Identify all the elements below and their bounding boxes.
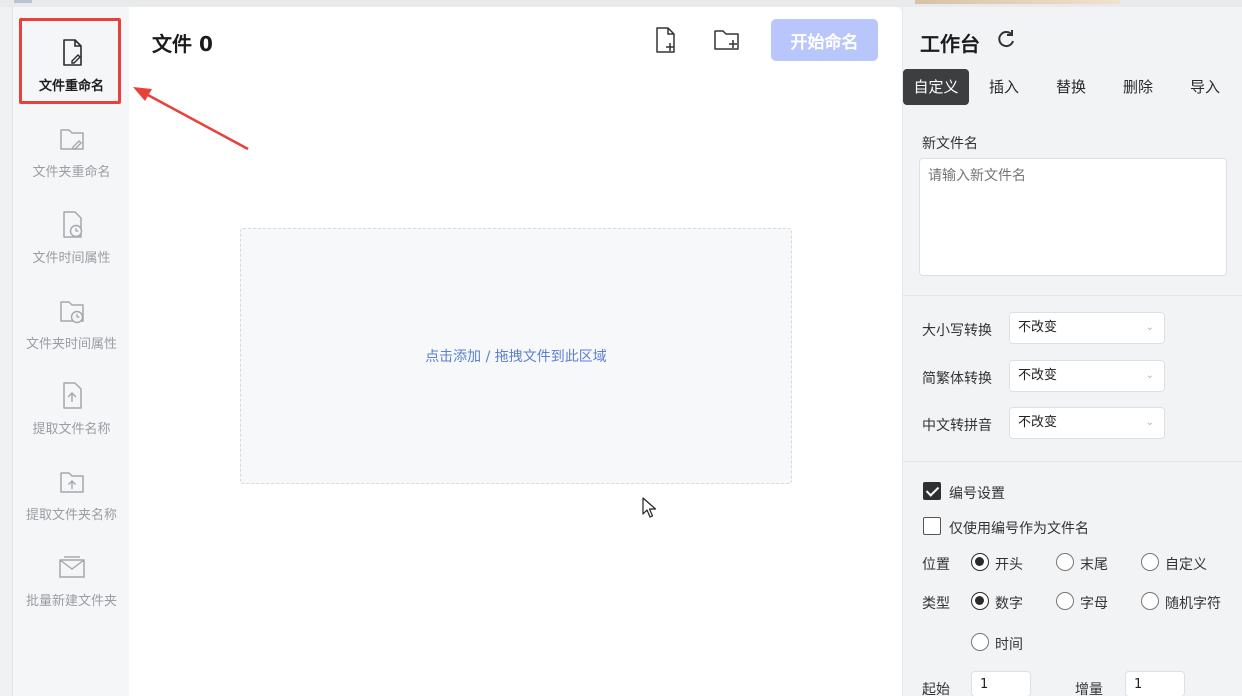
numbering-checkbox[interactable] (923, 482, 941, 500)
sidebar-item-label: 文件夹时间属性 (25, 337, 117, 352)
position-label: 位置 (922, 557, 950, 573)
pinyin-select[interactable]: 不改变 ⌄ (1009, 407, 1165, 439)
position-radio-end[interactable] (1056, 553, 1074, 571)
position-radio-custom[interactable] (1141, 553, 1159, 571)
position-option-label: 末尾 (1080, 557, 1108, 573)
sidebar-item-label: 文件时间属性 (32, 251, 111, 266)
only-number-label: 仅使用编号作为文件名 (949, 521, 1089, 537)
tab-insert[interactable]: 插入 (971, 69, 1037, 105)
file-add-icon[interactable] (651, 25, 681, 55)
divider (903, 461, 1242, 462)
sidebar-item-label: 批量新建文件夹 (25, 594, 117, 609)
folder-batch-icon (58, 556, 85, 578)
file-upload-icon (62, 382, 82, 409)
chevron-down-icon: ⌄ (1145, 370, 1154, 381)
type-radio-random[interactable] (1141, 592, 1159, 610)
chevron-down-icon: ⌄ (1145, 417, 1154, 428)
position-radio-start[interactable] (971, 553, 989, 571)
refresh-icon[interactable] (995, 28, 1017, 50)
sidebar-item-folder-rename[interactable]: 文件夹重命名 (13, 123, 130, 193)
dropzone-text: 点击添加 / 拖拽文件到此区域 (425, 349, 607, 365)
type-radio-time[interactable] (971, 633, 989, 651)
type-radio-number[interactable] (971, 592, 989, 610)
top-tick (14, 0, 32, 3)
sidebar: 文件重命名 文件夹重命名 文件时间属性 文件夹时间属性 提取文件名称 提取文件夹… (12, 7, 129, 696)
sidebar-item-extract-folder-names[interactable]: 提取文件夹名称 (13, 466, 130, 536)
step-number-input[interactable]: 1 (1125, 671, 1185, 696)
start-number-input[interactable]: 1 (971, 671, 1031, 696)
file-clock-icon (62, 211, 82, 238)
start-rename-button[interactable]: 开始命名 (771, 19, 878, 61)
main-area: 文件 0 开始命名 点击添加 / 拖拽文件到此区域 (129, 7, 902, 696)
sidebar-item-batch-new-folder[interactable]: 批量新建文件夹 (13, 552, 130, 622)
step-label: 增量 (1075, 682, 1103, 696)
position-option-label: 自定义 (1165, 557, 1207, 573)
start-label: 起始 (922, 682, 950, 696)
pinyin-select-value: 不改变 (1018, 415, 1058, 430)
type-label: 类型 (922, 596, 950, 612)
sidebar-item-label: 提取文件名称 (32, 422, 111, 437)
sidebar-item-label: 提取文件夹名称 (25, 508, 117, 523)
trad-select-value: 不改变 (1018, 368, 1058, 383)
divider (903, 295, 1242, 296)
case-label: 大小写转换 (922, 323, 992, 339)
only-number-checkbox[interactable] (923, 517, 941, 535)
workbench-panel: 工作台 自定义 插入 替换 删除 导入 新文件名 大小写转换 不改变 ⌄ 简繁体… (902, 7, 1242, 696)
pinyin-label: 中文转拼音 (922, 418, 992, 434)
numbering-label: 编号设置 (949, 486, 1005, 502)
sidebar-item-label: 文件夹重命名 (32, 165, 111, 180)
top-decoration (915, 0, 1120, 4)
panel-title: 工作台 (920, 32, 980, 56)
type-option-label: 时间 (995, 637, 1023, 653)
top-strip (0, 0, 1242, 7)
chevron-down-icon: ⌄ (1145, 322, 1154, 333)
file-count-title: 文件 0 (152, 32, 213, 56)
tab-custom[interactable]: 自定义 (903, 69, 969, 105)
folder-clock-icon (59, 301, 84, 324)
panel-tabs: 自定义 插入 替换 删除 导入 (903, 69, 1242, 105)
case-select[interactable]: 不改变 ⌄ (1009, 312, 1165, 344)
folder-add-icon[interactable] (712, 25, 742, 55)
tab-replace[interactable]: 替换 (1038, 69, 1104, 105)
mouse-cursor-icon (642, 497, 657, 518)
sidebar-item-file-time[interactable]: 文件时间属性 (13, 209, 130, 279)
file-edit-icon (62, 39, 82, 66)
position-option-label: 开头 (995, 557, 1023, 573)
tab-import[interactable]: 导入 (1172, 69, 1238, 105)
tab-delete[interactable]: 删除 (1105, 69, 1171, 105)
case-select-value: 不改变 (1018, 320, 1058, 335)
trad-select[interactable]: 不改变 ⌄ (1009, 360, 1165, 392)
sidebar-item-label: 文件重命名 (38, 79, 104, 94)
new-name-input[interactable] (919, 158, 1227, 276)
type-radio-letter[interactable] (1056, 592, 1074, 610)
sidebar-item-file-rename[interactable]: 文件重命名 (13, 37, 130, 107)
type-option-label: 字母 (1080, 596, 1108, 612)
sidebar-item-extract-file-names[interactable]: 提取文件名称 (13, 380, 130, 450)
trad-label: 简繁体转换 (922, 371, 992, 387)
app-window: 文件重命名 文件夹重命名 文件时间属性 文件夹时间属性 提取文件名称 提取文件夹… (0, 0, 1242, 696)
sidebar-item-folder-time[interactable]: 文件夹时间属性 (13, 295, 130, 365)
new-name-label: 新文件名 (922, 136, 978, 152)
type-option-label: 随机字符 (1165, 596, 1221, 612)
folder-upload-icon (59, 472, 84, 493)
type-option-label: 数字 (995, 596, 1023, 612)
folder-edit-icon (59, 129, 84, 150)
file-dropzone[interactable]: 点击添加 / 拖拽文件到此区域 (240, 228, 792, 484)
